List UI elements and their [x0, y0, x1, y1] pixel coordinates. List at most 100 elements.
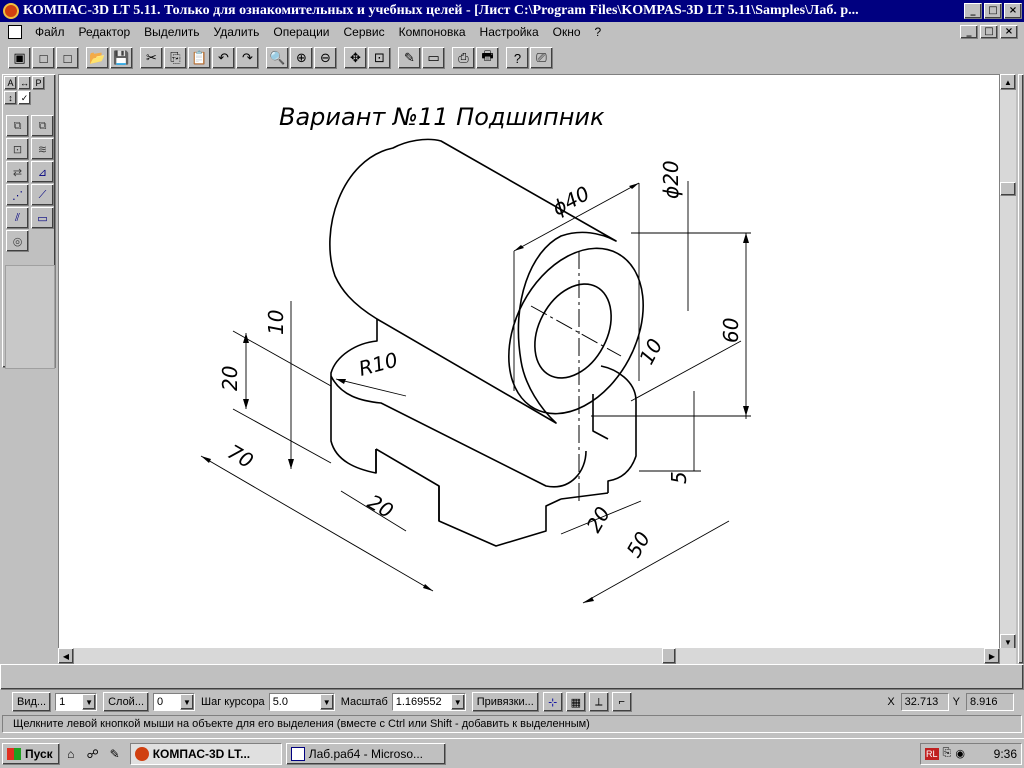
menu-service[interactable]: Сервис [337, 25, 392, 39]
chevron-down-icon[interactable]: ▼ [180, 694, 194, 710]
context-help-icon[interactable]: ? [506, 47, 529, 69]
cursor-coordinates: X 32.713 Y 8.916 [887, 693, 1018, 711]
x-coordinate-field[interactable]: 32.713 [900, 693, 949, 711]
y-coordinate-field[interactable]: 8.916 [966, 693, 1014, 711]
menu-editor[interactable]: Редактор [72, 25, 138, 39]
tool-copy-icon[interactable]: ⧉ [31, 115, 54, 137]
grid-icon[interactable]: ▦ [565, 692, 586, 712]
tab-text[interactable]: А [4, 76, 17, 90]
menu-delete[interactable]: Удалить [207, 25, 267, 39]
menu-help[interactable]: ? [588, 25, 609, 39]
horizontal-scrollbar[interactable]: ◀ ▶ [58, 648, 1016, 664]
ortho-icon[interactable]: ⟂ [588, 692, 609, 712]
menu-layout[interactable]: Компоновка [392, 25, 473, 39]
print-preview-icon[interactable]: ⎙ [452, 47, 475, 69]
show-all-icon[interactable]: ⊡ [368, 47, 391, 69]
view-button[interactable]: Вид... [12, 692, 52, 712]
open-folder-icon[interactable]: 📂 [86, 47, 109, 69]
new-sheet-icon[interactable]: □ [32, 47, 55, 69]
quicklaunch-tool-icon[interactable]: ✎ [104, 743, 126, 765]
tool-scale-icon[interactable]: ≋ [31, 138, 54, 160]
dim-offset-5: 5 [667, 471, 691, 484]
scroll-left-button[interactable]: ◀ [58, 648, 74, 664]
task-kompas[interactable]: КОМПАС-3D LT... [129, 742, 282, 765]
tool-mirror-icon[interactable]: ⇄ [6, 161, 29, 183]
new-fragment-icon[interactable]: □ [56, 47, 79, 69]
menu-window[interactable]: Окно [546, 25, 588, 39]
volume-icon[interactable]: ◉ [955, 747, 965, 760]
scale-label: Масштаб [340, 696, 388, 708]
vertical-scrollbar[interactable]: ▲ ▼ [1000, 74, 1016, 650]
menu-bar: Файл Редактор Выделить Удалить Операции … [0, 22, 1024, 42]
quicklaunch-explorer-icon[interactable]: ☍ [82, 743, 104, 765]
menu-select[interactable]: Выделить [137, 25, 206, 39]
minimize-button[interactable]: _ [964, 3, 982, 19]
dim-height-20: 20 [218, 366, 242, 391]
chevron-down-icon[interactable]: ▼ [319, 694, 334, 710]
dim-slot-20: 20 [364, 490, 398, 524]
tool-move-icon[interactable]: ⧉ [6, 115, 29, 137]
doc-close-button[interactable]: × [1000, 25, 1018, 39]
taskbar: Пуск ⌂ ☍ ✎ КОМПАС-3D LT... Лаб.раб4 - Mi… [0, 738, 1024, 768]
start-button[interactable]: Пуск [2, 742, 60, 765]
clock[interactable]: 9:36 [994, 747, 1017, 761]
quicklaunch-desktop-icon[interactable]: ⌂ [60, 743, 82, 765]
document-icon[interactable] [8, 25, 22, 39]
scale-select[interactable]: 1.169552 ▼ [391, 693, 466, 711]
drawing-area[interactable]: Вариант №11 Подшипник ϕ40 ϕ20 60 10 20 R… [58, 74, 1000, 650]
compact-panel-icon[interactable]: ▣ [8, 47, 31, 69]
tool-deform-icon[interactable]: ⊿ [31, 161, 54, 183]
network-icon[interactable]: ⎘ [943, 747, 952, 760]
tool-rotate-icon[interactable]: ⊡ [6, 138, 29, 160]
redraw-icon[interactable]: ✎ [398, 47, 421, 69]
menu-file[interactable]: Файл [28, 25, 72, 39]
scroll-right-button[interactable]: ▶ [984, 648, 1000, 664]
outer-scrollbar[interactable] [1018, 74, 1024, 664]
layer-button[interactable]: Слой... [103, 692, 149, 712]
tool-group-icon[interactable]: ◎ [6, 230, 29, 252]
print-icon[interactable]: 🖶 [476, 47, 499, 69]
task-kompas-label: КОМПАС-3D LT... [152, 746, 251, 761]
paste-icon[interactable]: 📋 [188, 47, 211, 69]
undo-icon[interactable]: ↶ [212, 47, 235, 69]
zoom-in-icon[interactable]: ⊕ [290, 47, 313, 69]
exit-icon[interactable]: ⎚ [530, 47, 553, 69]
tool-grid: ⧉ ⧉ ⊡ ≋ ⇄ ⊿ ⋰ ⟋ ⫽ ▭ ◎ [3, 115, 55, 252]
dim-length-70: 70 [224, 440, 258, 474]
vertical-scroll-thumb[interactable] [1000, 182, 1016, 196]
tool-hatch-icon[interactable]: ⫽ [6, 207, 29, 229]
pan-icon[interactable]: ✥ [344, 47, 367, 69]
save-icon[interactable]: 💾 [110, 47, 133, 69]
close-button[interactable]: × [1004, 3, 1022, 19]
snaps-button[interactable]: Привязки... [471, 692, 539, 712]
language-indicator[interactable]: RL [925, 747, 939, 760]
tab-dimensions[interactable]: ↔ [18, 76, 31, 90]
layer-select[interactable]: 0 ▼ [153, 693, 195, 711]
layers-icon[interactable]: ▭ [422, 47, 445, 69]
menu-settings[interactable]: Настройка [473, 25, 546, 39]
scroll-up-button[interactable]: ▲ [1000, 74, 1016, 90]
tool-trim-icon[interactable]: ⋰ [6, 184, 29, 206]
cursor-step-select[interactable]: 5.0 ▼ [268, 693, 335, 711]
zoom-out-icon[interactable]: ⊖ [314, 47, 337, 69]
local-cs-icon[interactable]: ⌐ [611, 692, 632, 712]
chevron-down-icon[interactable]: ▼ [82, 694, 97, 710]
chevron-down-icon[interactable]: ▼ [450, 694, 465, 710]
tab-parametric[interactable]: Р [32, 76, 45, 90]
redo-icon[interactable]: ↷ [236, 47, 259, 69]
zoom-window-icon[interactable]: 🔍 [266, 47, 289, 69]
maximize-button[interactable]: □ [984, 3, 1002, 19]
horizontal-scroll-thumb[interactable] [662, 648, 676, 664]
doc-restore-button[interactable]: □ [980, 25, 998, 39]
snap-toggle-icon[interactable]: ⊹ [542, 692, 563, 712]
menu-operations[interactable]: Операции [266, 25, 336, 39]
task-word[interactable]: Лаб.раб4 - Microso... [285, 742, 446, 765]
cut-icon[interactable]: ✂ [140, 47, 163, 69]
tab-editing[interactable]: ↕ [4, 91, 17, 105]
tool-contour-icon[interactable]: ▭ [31, 207, 54, 229]
tool-break-icon[interactable]: ⟋ [31, 184, 54, 206]
copy-icon[interactable]: ⎘ [164, 47, 187, 69]
tab-measure[interactable]: ✓ [18, 91, 31, 105]
doc-minimize-button[interactable]: _ [960, 25, 978, 39]
view-select[interactable]: 1 ▼ [55, 693, 98, 711]
